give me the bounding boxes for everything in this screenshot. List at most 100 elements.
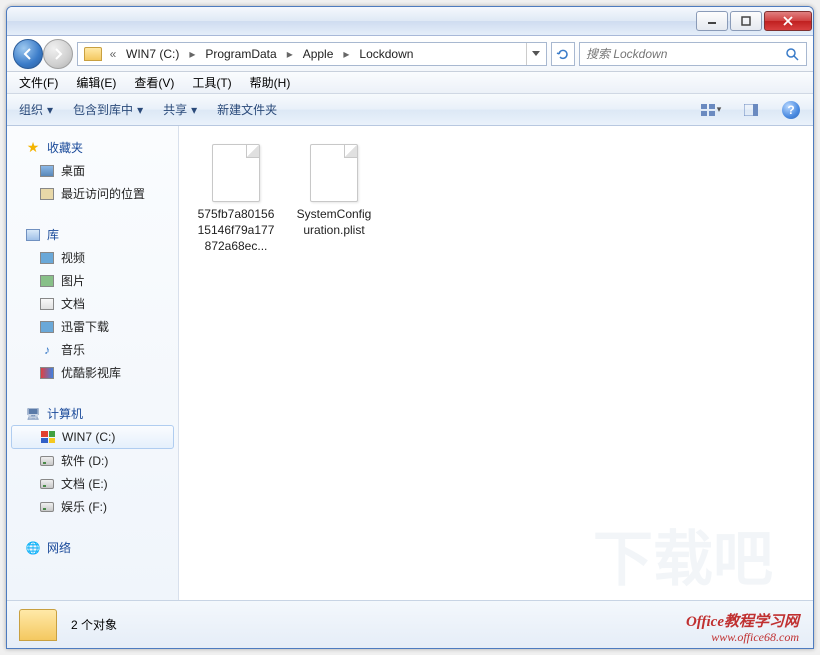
breadcrumb-segment[interactable]: Lockdown [353,43,419,65]
video-icon [39,250,55,266]
watermark-line2: www.office68.com [686,631,799,644]
chevron-down-icon: ▾ [47,103,53,117]
sidebar-network: 🌐网络 [7,536,178,559]
chevron-right-icon[interactable]: ▸ [339,43,353,65]
drive-icon [39,499,55,515]
refresh-icon [556,47,570,61]
file-icon [212,144,260,202]
sidebar-item-documents[interactable]: 文档 [7,292,178,315]
chevron-right-icon[interactable]: ▸ [185,43,199,65]
recent-icon [39,186,55,202]
music-icon: ♪ [39,342,55,358]
sidebar-favorites: ★收藏夹 桌面 最近访问的位置 [7,136,178,205]
minimize-icon [707,16,717,26]
menu-tools[interactable]: 工具(T) [186,72,237,93]
body: ★收藏夹 桌面 最近访问的位置 库 视频 图片 文档 迅雷下载 ♪音乐 优酷影视… [7,126,813,600]
forward-button[interactable] [43,39,73,69]
status-text: 2 个对象 [71,616,117,633]
help-button[interactable]: ? [777,99,805,121]
picture-icon [39,273,55,289]
menu-view[interactable]: 查看(V) [128,72,180,93]
refresh-button[interactable] [551,42,575,66]
search-input[interactable] [586,47,784,61]
library-icon [25,227,41,243]
folder-icon [19,609,57,641]
folder-icon [84,47,102,61]
address-bar[interactable]: « WIN7 (C:) ▸ ProgramData ▸ Apple ▸ Lock… [77,42,547,66]
pane-icon [744,104,758,116]
menu-edit[interactable]: 编辑(E) [70,72,122,93]
sidebar-item-youku[interactable]: 优酷影视库 [7,361,178,384]
view-options-button[interactable]: ▾ [697,99,725,121]
arrow-left-icon [21,47,35,61]
sidebar-head-computer[interactable]: 🖥计算机 [7,402,178,425]
youku-icon [39,365,55,381]
close-icon [782,16,794,26]
sidebar-head-network[interactable]: 🌐网络 [7,536,178,559]
file-item[interactable]: 575fb7a8015615146f79a177872a68ec... [197,144,275,255]
statusbar: 2 个对象 Office教程学习网 www.office68.com [7,600,813,648]
organize-button[interactable]: 组织 ▾ [15,99,57,120]
breadcrumb-segment[interactable]: ProgramData [199,43,282,65]
help-icon: ? [782,101,800,119]
chevron-down-icon: ▾ [191,103,197,117]
file-item[interactable]: SystemConfiguration.plist [295,144,373,238]
share-button[interactable]: 共享 ▾ [159,99,201,120]
nav-buttons [13,39,73,69]
address-right [526,43,544,65]
titlebar [7,7,813,36]
search-bar[interactable] [579,42,807,66]
menu-help[interactable]: 帮助(H) [244,72,297,93]
sidebar-item-drive-d[interactable]: 软件 (D:) [7,449,178,472]
chevron-down-icon: ▾ [717,104,722,115]
drive-icon [39,476,55,492]
preview-pane-button[interactable] [737,99,765,121]
back-button[interactable] [13,39,43,69]
sidebar-libraries: 库 视频 图片 文档 迅雷下载 ♪音乐 优酷影视库 [7,223,178,384]
network-icon: 🌐 [25,540,41,556]
watermark: Office教程学习网 www.office68.com [686,614,799,644]
chevron-right-icon[interactable]: ▸ [283,43,297,65]
windows-icon [40,429,56,445]
minimize-button[interactable] [696,11,728,31]
sidebar-head-libraries[interactable]: 库 [7,223,178,246]
sidebar-item-drive-f[interactable]: 娱乐 (F:) [7,495,178,518]
menubar: 文件(F) 编辑(E) 查看(V) 工具(T) 帮助(H) [7,72,813,94]
computer-icon: 🖥 [25,406,41,422]
maximize-button[interactable] [730,11,762,31]
address-dropdown[interactable] [526,43,544,65]
sidebar-item-thunder[interactable]: 迅雷下载 [7,315,178,338]
sidebar-item-drive-c[interactable]: WIN7 (C:) [11,425,174,449]
breadcrumb: « WIN7 (C:) ▸ ProgramData ▸ Apple ▸ Lock… [106,43,526,65]
sidebar-item-recent[interactable]: 最近访问的位置 [7,182,178,205]
desktop-icon [39,163,55,179]
file-name: SystemConfiguration.plist [295,206,373,238]
sidebar-head-favorites[interactable]: ★收藏夹 [7,136,178,159]
sidebar-item-desktop[interactable]: 桌面 [7,159,178,182]
navbar: « WIN7 (C:) ▸ ProgramData ▸ Apple ▸ Lock… [7,36,813,72]
chevron-down-icon: ▾ [137,103,143,117]
toolbar: 组织 ▾ 包含到库中 ▾ 共享 ▾ 新建文件夹 ▾ ? [7,94,813,126]
arrow-right-icon [51,47,65,61]
maximize-icon [741,16,751,26]
sidebar-item-music[interactable]: ♪音乐 [7,338,178,361]
sidebar: ★收藏夹 桌面 最近访问的位置 库 视频 图片 文档 迅雷下载 ♪音乐 优酷影视… [7,126,179,600]
content-area[interactable]: 575fb7a8015615146f79a177872a68ec... Syst… [179,126,813,600]
star-icon: ★ [25,140,41,156]
new-folder-button[interactable]: 新建文件夹 [213,99,281,120]
document-icon [39,296,55,312]
chevron-down-icon [532,51,540,57]
sidebar-item-videos[interactable]: 视频 [7,246,178,269]
breadcrumb-segment[interactable]: WIN7 (C:) [120,43,185,65]
breadcrumb-segment[interactable]: Apple [297,43,340,65]
file-name: 575fb7a8015615146f79a177872a68ec... [197,206,275,255]
watermark-line1: Office教程学习网 [686,614,799,631]
sidebar-item-drive-e[interactable]: 文档 (E:) [7,472,178,495]
file-icon [310,144,358,202]
breadcrumb-prefix[interactable]: « [106,43,120,65]
menu-file[interactable]: 文件(F) [13,72,64,93]
sidebar-item-pictures[interactable]: 图片 [7,269,178,292]
search-icon[interactable] [784,46,800,62]
close-button[interactable] [764,11,812,31]
include-library-button[interactable]: 包含到库中 ▾ [69,99,147,120]
